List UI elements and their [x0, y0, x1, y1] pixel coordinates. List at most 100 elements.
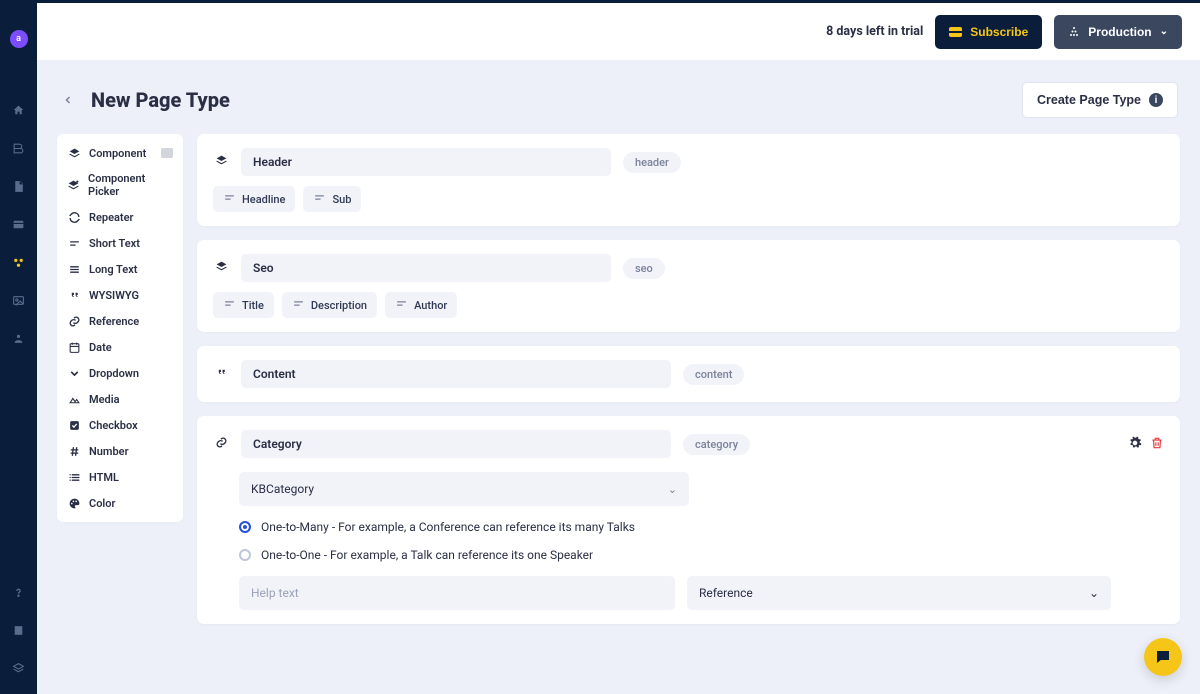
chip-label: Title [242, 299, 264, 312]
nav-docs-icon[interactable] [7, 618, 31, 642]
child-field-chip[interactable]: Author [385, 292, 457, 318]
avatar[interactable]: a [10, 30, 28, 48]
short-icon [223, 297, 236, 313]
quote-icon [67, 288, 81, 302]
nav-blog-icon[interactable] [7, 136, 31, 160]
field-name-input[interactable]: Category [241, 430, 671, 458]
radio-dot [239, 549, 251, 561]
layers-plus-icon [67, 178, 80, 192]
chip-label: Headline [242, 193, 285, 206]
field-name-input[interactable]: Header [241, 148, 611, 176]
nav-content-types-icon[interactable] [7, 250, 31, 274]
child-field-chip[interactable]: Description [282, 292, 377, 318]
field-slug: content [683, 364, 744, 385]
palette-item-label: Dropdown [89, 367, 139, 380]
field-card: Category category KBCategory ⌄ One-to-Ma… [197, 416, 1180, 624]
radio-label: One-to-One - For example, a Talk can ref… [261, 548, 593, 562]
palette-item-label: Short Text [89, 237, 140, 250]
nav-media-icon[interactable] [7, 288, 31, 312]
create-label: Create Page Type [1037, 93, 1141, 107]
subscribe-button[interactable]: Subscribe [935, 15, 1042, 49]
chevron-down-icon: ⌄ [668, 483, 677, 496]
chip-label: Sub [332, 193, 351, 206]
palette-item[interactable]: HTML [57, 464, 183, 490]
palette-item[interactable]: Checkbox [57, 412, 183, 438]
nav-layers-icon[interactable] [7, 656, 31, 680]
credit-card-icon [949, 27, 962, 37]
nav-help-icon[interactable] [7, 580, 31, 604]
app-sidebar: a [0, 0, 37, 694]
palette-item[interactable]: Media [57, 386, 183, 412]
radio-dot [239, 521, 251, 533]
link-icon [213, 436, 229, 453]
layers-icon [213, 154, 229, 171]
palette-item[interactable]: Color [57, 490, 183, 516]
field-slug: header [623, 152, 681, 173]
date-icon [67, 340, 81, 354]
palette-item[interactable]: Component Picker [57, 166, 183, 204]
trial-notice: 8 days left in trial [826, 24, 923, 39]
palette-item[interactable]: Long Text [57, 256, 183, 282]
palette-item[interactable]: Repeater [57, 204, 183, 230]
nav-pages-icon[interactable] [7, 174, 31, 198]
environment-dropdown[interactable]: Production ⌄ [1054, 15, 1182, 49]
palette-item[interactable]: WYSIWYG [57, 282, 183, 308]
nav-users-icon[interactable] [7, 326, 31, 350]
palette-item[interactable]: Number [57, 438, 183, 464]
palette-item-label: Number [89, 445, 129, 458]
field-card: Header header Headline Sub [197, 134, 1180, 226]
field-name-input[interactable]: Content [241, 360, 671, 388]
env-icon [1068, 26, 1080, 38]
radio-label: One-to-Many - For example, a Conference … [261, 520, 635, 534]
palette-item[interactable]: Component [57, 140, 183, 166]
field-palette: Component Component Picker Repeater Shor… [57, 134, 183, 522]
child-field-chip[interactable]: Headline [213, 186, 295, 212]
palette-item-label: WYSIWYG [89, 289, 139, 302]
type-value: Reference [699, 586, 753, 600]
help-text-input[interactable]: Help text [239, 576, 675, 610]
field-slug: seo [623, 258, 665, 279]
back-button[interactable] [59, 91, 77, 109]
media-icon [67, 392, 81, 406]
child-field-chip[interactable]: Sub [303, 186, 361, 212]
hash-icon [67, 444, 81, 458]
relation-radio-one[interactable]: One-to-One - For example, a Talk can ref… [239, 548, 1144, 562]
palette-item-label: Component [89, 147, 146, 160]
palette-item[interactable]: Reference [57, 308, 183, 334]
palette-item-label: Repeater [89, 211, 134, 224]
field-card: Seo seo Title Description Author [197, 240, 1180, 332]
layers-icon [213, 260, 229, 277]
nav-collections-icon[interactable] [7, 212, 31, 236]
palette-item[interactable]: Date [57, 334, 183, 360]
field-slug: category [683, 434, 750, 455]
field-type-select[interactable]: Reference ⌄ [687, 576, 1111, 610]
nav-home-icon[interactable] [7, 98, 31, 122]
check-icon [67, 418, 81, 432]
relation-radio-many[interactable]: One-to-Many - For example, a Conference … [239, 520, 1144, 534]
color-icon [67, 496, 81, 510]
delete-button[interactable] [1150, 436, 1164, 453]
chat-icon [1154, 648, 1172, 666]
layers-icon [67, 146, 81, 160]
short-icon [395, 297, 408, 313]
short-icon [292, 297, 305, 313]
palette-item[interactable]: Dropdown [57, 360, 183, 386]
settings-button[interactable] [1128, 436, 1142, 453]
chevron-down-icon: ⌄ [1160, 26, 1168, 37]
short-icon [67, 236, 81, 250]
palette-item[interactable]: Short Text [57, 230, 183, 256]
child-field-chip[interactable]: Title [213, 292, 274, 318]
field-name-input[interactable]: Seo [241, 254, 611, 282]
list-icon [67, 470, 81, 484]
chat-fab[interactable] [1144, 638, 1182, 676]
link-icon [67, 314, 81, 328]
palette-item-label: Reference [89, 315, 139, 328]
reference-model-select[interactable]: KBCategory ⌄ [239, 472, 689, 506]
title-row: New Page Type Create Page Type i [57, 82, 1180, 118]
chev-icon [67, 366, 81, 380]
short-icon [313, 191, 326, 207]
component-indicator-icon [161, 148, 173, 158]
palette-item-label: HTML [89, 471, 119, 484]
create-page-type-button[interactable]: Create Page Type i [1022, 82, 1178, 118]
chip-label: Description [311, 299, 367, 312]
